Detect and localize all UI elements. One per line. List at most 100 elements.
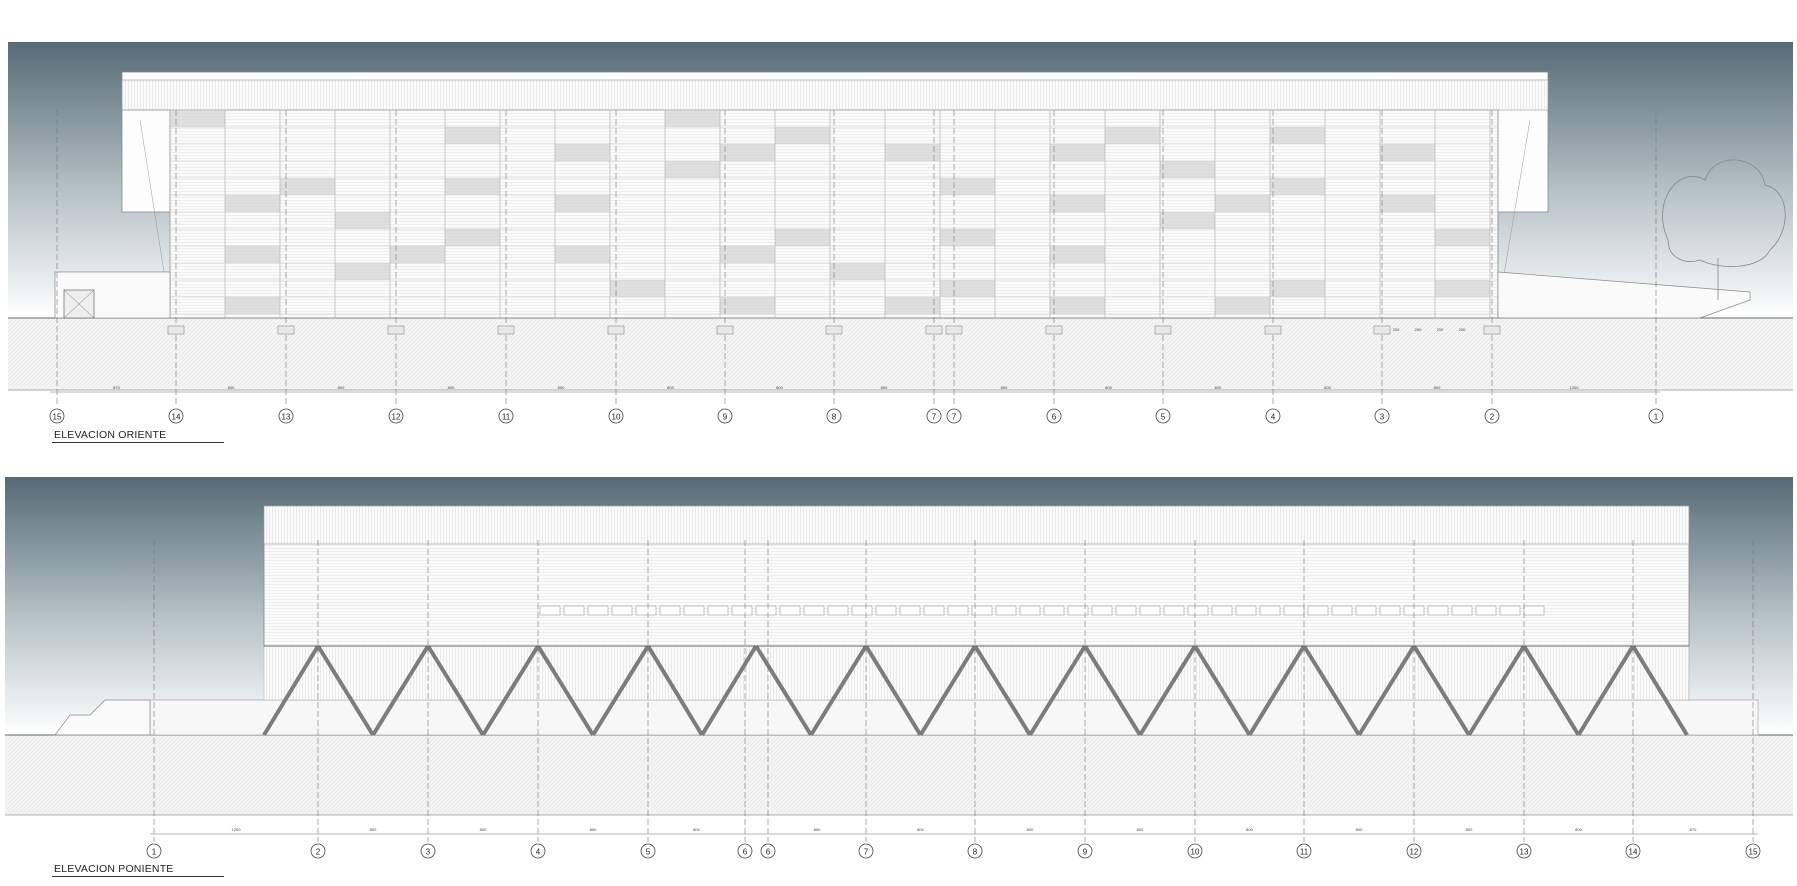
facade-panel-shaded [1215, 195, 1270, 212]
facade-panel-shaded [445, 178, 500, 195]
axis-label: 13 [1520, 848, 1529, 857]
footing [277, 325, 295, 335]
dimension-text: 800 [1137, 827, 1144, 832]
window [1163, 605, 1185, 616]
window [1091, 605, 1113, 616]
axis-label: 10 [612, 413, 621, 422]
footing [925, 325, 943, 335]
axis-label: 5 [646, 848, 651, 857]
footing [1483, 325, 1501, 335]
mid-glazing [263, 645, 1690, 701]
caption-poniente: ELEVACION PONIENTE [54, 863, 174, 875]
window [1043, 605, 1065, 616]
window [659, 605, 681, 616]
upper-roof-band [263, 505, 1690, 545]
window [1019, 605, 1041, 616]
dimension-text: 800 [917, 827, 924, 832]
dimension-text: 800 [1027, 827, 1034, 832]
footing [1154, 325, 1172, 335]
dimension-text: 870 [113, 385, 120, 390]
footing [167, 325, 185, 335]
dimension-text: 800 [1575, 827, 1582, 832]
facade-panel-shaded [1270, 178, 1325, 195]
axis-label: 4 [1271, 413, 1276, 422]
axis-label: 3 [426, 848, 431, 857]
axis-label: 7 [864, 848, 869, 857]
axis-label: 7 [952, 413, 957, 422]
axis-label: 4 [536, 848, 541, 857]
facade-panel-shaded [555, 195, 610, 212]
dimension-text: 800 [693, 827, 700, 832]
elevation-poniente: 1 2 3 4 5 6 6 7 8 9 10 11 12 13 14 15800 800 800 800 800 800… [5, 477, 1793, 859]
ground-band-2 [5, 735, 1793, 815]
axis-label: 5 [1161, 413, 1166, 422]
dimension-text: 800 [1001, 385, 1008, 390]
window [1475, 605, 1497, 616]
axis-label: 15 [1749, 848, 1758, 857]
window [995, 605, 1017, 616]
dimension-text: 1200 [232, 827, 242, 832]
axis-label: 3 [1380, 413, 1385, 422]
window [899, 605, 921, 616]
dimension-text: 800 [881, 385, 888, 390]
axis-label: 14 [172, 413, 181, 422]
dimension-text: 800 [1356, 827, 1363, 832]
facade-panel-shaded [885, 144, 940, 161]
facade-panel-shaded [885, 297, 940, 314]
axis-label: 8 [973, 848, 978, 857]
facade-panel-shaded [225, 195, 280, 212]
window [539, 605, 561, 616]
dimension-text: 800 [667, 385, 674, 390]
axis-label: 9 [1083, 848, 1088, 857]
facade-panel-shaded [555, 144, 610, 161]
facade-panel-shaded [665, 161, 720, 178]
facade-panel-shaded [1050, 144, 1105, 161]
dimension-text: 800 [338, 385, 345, 390]
facade-panel-shaded [1050, 297, 1105, 314]
facade-panel-shaded [1435, 229, 1490, 246]
facade-panel-shaded [1160, 161, 1215, 178]
footing [1045, 325, 1063, 335]
window [1259, 605, 1281, 616]
facade-panel-shaded [335, 212, 390, 229]
footing [607, 325, 625, 335]
facade-panel-shaded [940, 280, 995, 297]
dimension-note: 200 [1415, 327, 1422, 332]
facade-panel-shaded [1050, 246, 1105, 263]
facade-panel-shaded [830, 263, 885, 280]
window [1451, 605, 1473, 616]
footing [945, 325, 963, 335]
axis-label: 7 [932, 413, 937, 422]
axis-label: 10 [1191, 848, 1200, 857]
footing [1264, 325, 1282, 335]
facade-panel-shaded [940, 178, 995, 195]
footing [387, 325, 405, 335]
dimension-text: 800 [1215, 385, 1222, 390]
window [1331, 605, 1353, 616]
axis-label: 13 [282, 413, 291, 422]
dimension-text: 800 [1246, 827, 1253, 832]
facade-panel-shaded [445, 127, 500, 144]
facade-panel-shaded [225, 297, 280, 314]
facade-panel-shaded [1050, 195, 1105, 212]
window [635, 605, 657, 616]
window [1235, 605, 1257, 616]
window [731, 605, 753, 616]
ground-band [8, 318, 1793, 390]
footing [716, 325, 734, 335]
dimension-text: 800 [1466, 827, 1473, 832]
dimension-note: 200 [1393, 327, 1400, 332]
facade-panel-shaded [335, 263, 390, 280]
facade-panel-shaded [775, 127, 830, 144]
facade-panel-shaded [665, 110, 720, 127]
window [1523, 605, 1545, 616]
window [1499, 605, 1521, 616]
dimension-text: 800 [228, 385, 235, 390]
facade-panel-shaded [1160, 212, 1215, 229]
dimension-text: 800 [1434, 385, 1441, 390]
roof-truss-band [121, 79, 1549, 111]
elevation-drawing: 15 14 13 12 11 10 9 8 7 7 6 5 4 3 2 1800 800 800 800 800 800… [5, 42, 1793, 859]
facade-panel-shaded [720, 246, 775, 263]
facade-panel-shaded [1270, 280, 1325, 297]
caption-oriente-underline [52, 442, 224, 443]
